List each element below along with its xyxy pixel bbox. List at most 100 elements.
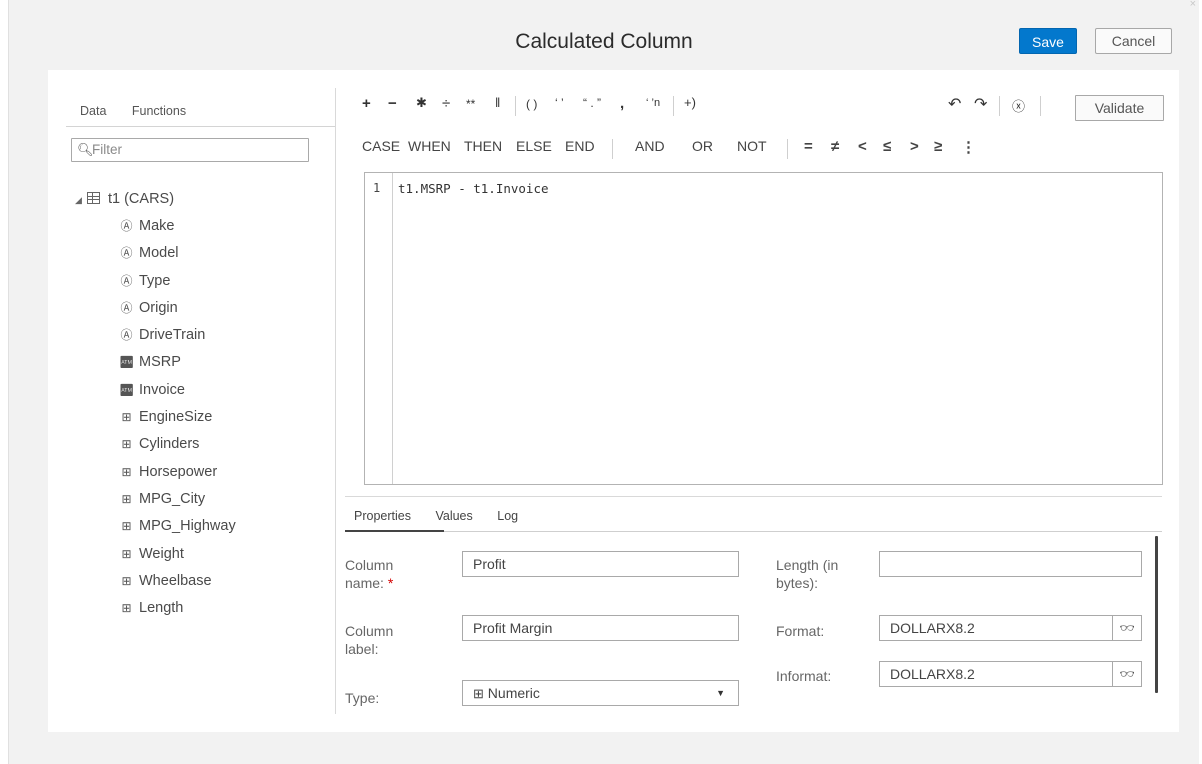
tree-item-drivetrain[interactable]: Ⓐ DriveTrain <box>75 325 236 352</box>
line-number: 1 <box>373 181 381 195</box>
binoculars-icon[interactable]: 👓︎ <box>1112 616 1141 640</box>
numeric-icon: ⊞ <box>121 519 132 534</box>
informat-input[interactable]: DOLLARX8.2 👓︎ <box>879 661 1142 687</box>
left-tabs-divider <box>66 126 336 127</box>
toolbar-separator <box>787 139 788 159</box>
tree-item-weight[interactable]: ⊞ Weight <box>75 544 236 571</box>
binoculars-icon[interactable]: 👓︎ <box>1112 662 1141 686</box>
chevron-down-icon: ▼ <box>716 688 725 698</box>
column-name-input[interactable]: Profit <box>462 551 739 577</box>
toolbar-separator <box>673 96 674 116</box>
insert-function-button[interactable]: +) <box>684 95 696 110</box>
tree-item-label: MSRP <box>139 354 181 371</box>
minus-button[interactable]: − <box>388 95 397 112</box>
tree-root-table[interactable]: ◢ t1 (CARS) <box>75 189 236 216</box>
then-button[interactable]: THEN <box>464 138 502 154</box>
line-gutter <box>365 173 393 484</box>
equals-button[interactable]: = <box>804 138 813 155</box>
cancel-button[interactable]: Cancel <box>1095 28 1172 54</box>
keyword-toolbar: CASE WHEN THEN ELSE END AND OR NOT = ≠ <… <box>362 138 1162 160</box>
properties-scrollbar[interactable] <box>1155 536 1158 693</box>
single-quote-button[interactable]: ‘ ’ <box>555 96 564 110</box>
column-name-label: Column name: * <box>345 557 394 591</box>
more-options-icon[interactable]: ⋮ <box>961 138 976 156</box>
save-button[interactable]: Save <box>1019 28 1077 54</box>
not-button[interactable]: NOT <box>737 138 767 154</box>
greater-than-button[interactable]: > <box>910 138 919 155</box>
less-equal-button[interactable]: ≤ <box>883 138 891 155</box>
search-icon: 🔍︎ <box>77 142 94 157</box>
type-label: Type: <box>345 690 380 706</box>
tree-item-invoice[interactable]: 🏧︎ Invoice <box>75 380 236 407</box>
tab-log[interactable]: Log <box>497 509 518 523</box>
numeric-icon: ⊞ <box>473 686 484 701</box>
character-icon: Ⓐ <box>120 273 133 288</box>
undo-icon[interactable]: ↶ <box>948 94 961 114</box>
calculated-column-dialog: Calculated Column Save Cancel × Data Fun… <box>8 0 1199 764</box>
tab-functions[interactable]: Functions <box>132 104 186 118</box>
tree-item-enginesize[interactable]: ⊞ EngineSize <box>75 407 236 434</box>
tree-item-label: DriveTrain <box>139 327 206 344</box>
comma-button[interactable]: , <box>620 95 624 112</box>
collapse-icon[interactable]: ◢ <box>75 195 82 205</box>
numeric-icon: ⊞ <box>121 573 132 588</box>
expression-text[interactable]: t1.MSRP - t1.Invoice <box>398 181 549 196</box>
end-button[interactable]: END <box>565 138 595 154</box>
double-quote-button[interactable]: “ . ” <box>583 96 601 110</box>
active-tab-indicator <box>345 530 444 532</box>
close-icon[interactable]: × <box>1190 0 1196 10</box>
tab-values[interactable]: Values <box>435 509 472 523</box>
plus-button[interactable]: + <box>362 95 371 112</box>
numeric-icon: ⊞ <box>121 437 132 452</box>
numeric-icon: ⊞ <box>121 491 132 506</box>
tree-item-msrp[interactable]: 🏧︎ MSRP <box>75 352 236 379</box>
validate-button[interactable]: Validate <box>1075 95 1164 121</box>
column-label-input[interactable]: Profit Margin <box>462 615 739 641</box>
redo-icon[interactable]: ↷ <box>974 94 987 114</box>
tree-item-cylinders[interactable]: ⊞ Cylinders <box>75 434 236 461</box>
type-select[interactable]: ⊞ Numeric ▼ <box>462 680 739 706</box>
format-input[interactable]: DOLLARX8.2 👓︎ <box>879 615 1142 641</box>
tree-item-label: Type <box>139 272 171 289</box>
toolbar-separator <box>1040 96 1041 116</box>
tree-item-length[interactable]: ⊞ Length <box>75 598 236 625</box>
tree-item-make[interactable]: Ⓐ Make <box>75 216 236 243</box>
column-label-label: Column label: <box>345 623 394 657</box>
tree-item-mpg_highway[interactable]: ⊞ MPG_Highway <box>75 516 235 543</box>
data-tree: ◢ t1 (CARS) Ⓐ Make Ⓐ Model Ⓐ Type Ⓐ Origin Ⓐ Driv… <box>75 189 236 625</box>
when-button[interactable]: WHEN <box>408 138 451 154</box>
not-equals-button[interactable]: ≠ <box>831 138 839 155</box>
and-button[interactable]: AND <box>635 138 665 154</box>
tree-item-model[interactable]: Ⓐ Model <box>75 243 236 270</box>
tree-item-wheelbase[interactable]: ⊞ Wheelbase <box>75 571 236 598</box>
tree-item-origin[interactable]: Ⓐ Origin <box>75 298 236 325</box>
parentheses-button[interactable]: ( ) <box>526 97 537 111</box>
else-button[interactable]: ELSE <box>516 138 552 154</box>
name-literal-button[interactable]: ‘ ’n <box>646 97 660 109</box>
case-button[interactable]: CASE <box>362 138 400 154</box>
pane-divider[interactable] <box>335 88 336 714</box>
filter-placeholder: Filter <box>92 142 122 157</box>
filter-input[interactable]: 🔍︎ Filter <box>71 138 309 162</box>
multiply-button[interactable]: ✱ <box>416 95 427 111</box>
less-than-button[interactable]: < <box>858 138 867 155</box>
tree-item-label: EngineSize <box>139 409 213 426</box>
tree-item-horsepower[interactable]: ⊞ Horsepower <box>75 462 236 489</box>
help-icon[interactable]: ⓧ <box>1012 96 1025 115</box>
tab-data[interactable]: Data <box>80 104 106 118</box>
power-button[interactable]: ** <box>466 97 475 111</box>
greater-equal-button[interactable]: ≥ <box>934 138 942 155</box>
or-button[interactable]: OR <box>692 138 713 154</box>
tree-item-mpg_city[interactable]: ⊞ MPG_City <box>75 489 236 516</box>
tab-properties[interactable]: Properties <box>354 509 411 523</box>
divide-button[interactable]: ÷ <box>442 95 450 112</box>
tree-root-label: t1 (CARS) <box>107 191 175 207</box>
table-icon <box>86 192 100 204</box>
toolbar-separator <box>612 139 613 159</box>
numeric-icon: ⊞ <box>121 410 132 425</box>
tree-item-type[interactable]: Ⓐ Type <box>75 271 236 298</box>
length-input[interactable] <box>879 551 1142 577</box>
currency-icon: 🏧︎ <box>119 355 135 370</box>
expression-editor[interactable]: 1 t1.MSRP - t1.Invoice <box>364 172 1163 485</box>
concat-button[interactable]: ‖ <box>495 95 500 110</box>
